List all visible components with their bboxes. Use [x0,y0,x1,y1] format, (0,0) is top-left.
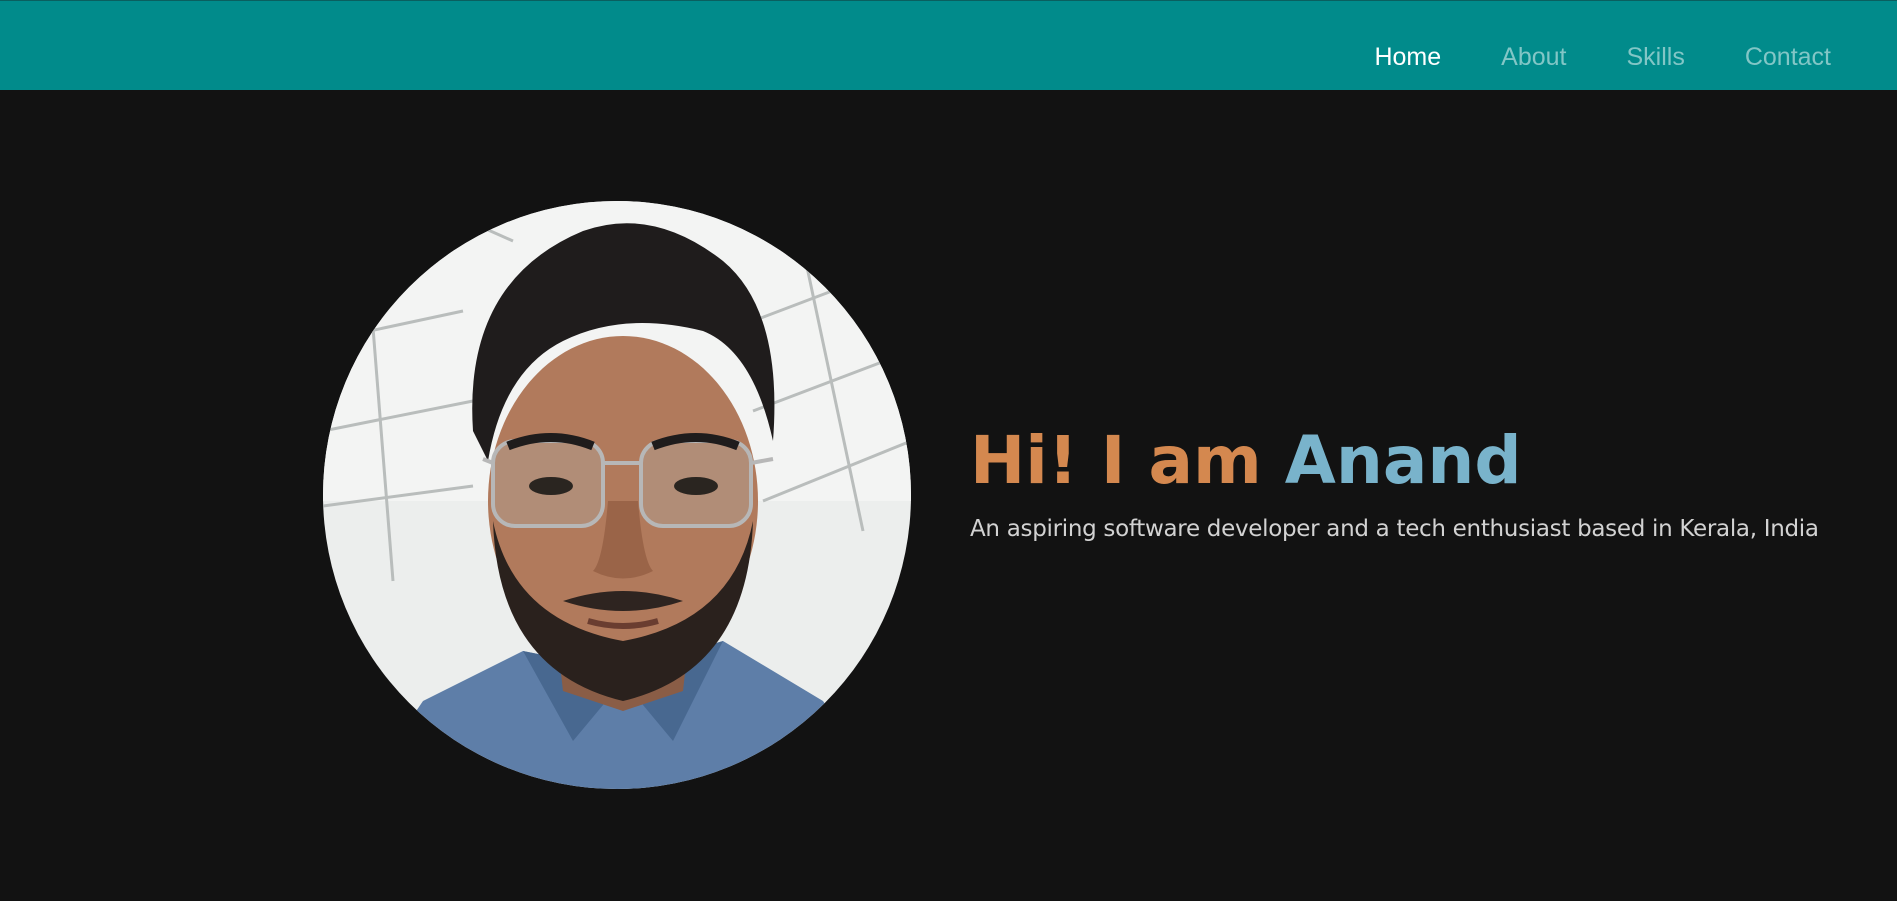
nav-contact-link[interactable]: Contact [1745,45,1831,70]
intro-block: Hi! I am Anand An aspiring software deve… [970,428,1819,543]
name-text: Anand [1284,422,1522,499]
hero-heading: Hi! I am Anand [970,428,1819,494]
profile-photo [323,201,911,789]
greeting-text: Hi! I am [970,422,1262,499]
navbar: Home About Skills Contact [0,0,1897,90]
nav-links: Home About Skills Contact [1374,45,1831,70]
nav-skills-link[interactable]: Skills [1626,45,1684,70]
nav-home-link[interactable]: Home [1374,45,1441,70]
tagline-text: An aspiring software developer and a tec… [970,516,1819,542]
nav-about-link[interactable]: About [1501,45,1566,70]
